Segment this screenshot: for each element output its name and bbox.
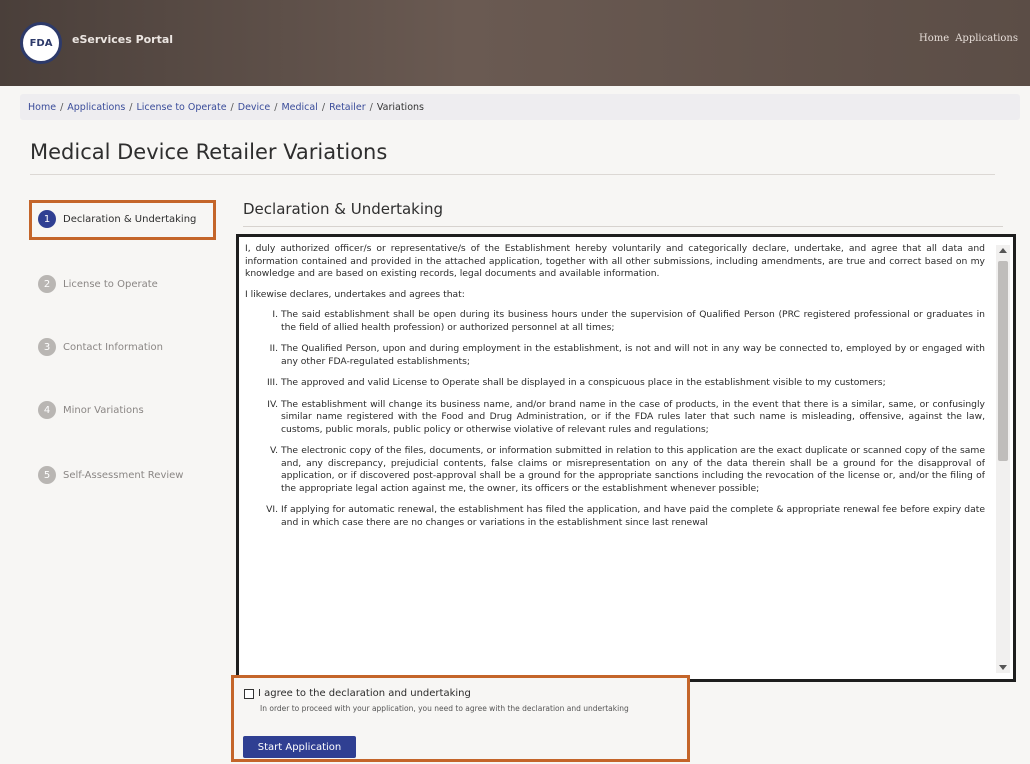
breadcrumb-separator: / [369,101,373,113]
step-minor-variations[interactable]: 4 Minor Variations [38,401,144,419]
step-contact-information[interactable]: 3 Contact Information [38,338,163,356]
breadcrumb-separator: / [129,101,133,113]
step-number: 4 [38,401,56,419]
declaration-scrollbar[interactable] [996,245,1010,673]
item-text: The establishment will change its busine… [281,398,985,435]
item-number: II. [269,343,278,354]
page-title: Medical Device Retailer Variations [30,140,388,164]
logo-text: FDA [29,37,53,49]
declaration-panel: I, duly authorized officer/s or represen… [236,234,1016,682]
breadcrumb-medical[interactable]: Medical [281,102,317,113]
step-number: 5 [38,466,56,484]
item-number: III. [266,377,278,388]
breadcrumb-applications[interactable]: Applications [67,102,125,113]
agree-row: I agree to the declaration and undertaki… [244,688,471,699]
scroll-thumb[interactable] [998,261,1008,461]
section-title: Declaration & Undertaking [243,200,444,218]
title-divider [30,174,995,175]
step-declaration[interactable]: 1 Declaration & Undertaking [38,210,196,228]
item-text: The electronic copy of the files, docume… [281,445,985,494]
agree-checkbox[interactable] [244,688,254,699]
top-nav: Home Applications [919,33,1018,44]
step-label: License to Operate [63,278,158,290]
declaration-item: VI. If applying for automatic renewal, th… [245,504,985,529]
breadcrumb-variations: Variations [376,101,424,113]
breadcrumb-device[interactable]: Device [238,102,271,113]
declaration-item: IV. The establishment will change its bus… [245,399,985,437]
item-number: VI. [266,504,278,515]
breadcrumb-license-to-operate[interactable]: License to Operate [137,102,227,113]
agree-hint: In order to proceed with your applicatio… [260,704,629,713]
step-label: Contact Information [63,341,163,353]
declaration-item: V. The electronic copy of the files, docu… [245,445,985,495]
declaration-item: II. The Qualified Person, upon and during… [245,343,985,368]
item-text: If applying for automatic renewal, the e… [281,504,985,528]
item-number: V. [269,445,278,456]
top-bar: FDA eServices Portal Home Applications [0,0,1030,86]
section-divider [243,226,1003,227]
scroll-down-icon[interactable] [999,665,1007,670]
item-text: The said establishment shall be open dur… [281,309,985,333]
declaration-item: I. The said establishment shall be open d… [245,309,985,334]
start-application-button[interactable]: Start Application [243,736,356,758]
breadcrumb-home[interactable]: Home [28,102,56,113]
scroll-up-icon[interactable] [999,248,1007,253]
declaration-list: I. The said establishment shall be open d… [245,309,985,529]
breadcrumb: Home / Applications / License to Operate… [20,94,1020,120]
fda-logo[interactable]: FDA [20,22,62,64]
breadcrumb-separator: / [321,101,326,113]
step-label: Minor Variations [63,404,144,416]
item-text: The approved and valid License to Operat… [281,377,886,388]
step-license-to-operate[interactable]: 2 License to Operate [38,275,158,293]
breadcrumb-separator: / [60,101,64,113]
portal-title[interactable]: eServices Portal [72,33,173,46]
step-label: Self-Assessment Review [63,469,184,481]
breadcrumb-retailer[interactable]: Retailer [329,102,366,113]
declaration-likewise: I likewise declares, undertakes and agre… [245,288,465,300]
declaration-item: III. The approved and valid License to Op… [245,377,985,390]
step-number: 1 [38,210,56,228]
item-number: I. [272,309,278,320]
declaration-text-area[interactable]: I, duly authorized officer/s or represen… [245,243,985,675]
item-number: IV. [267,398,278,410]
page: FDA eServices Portal Home Applications H… [0,0,1030,764]
breadcrumb-separator: / [230,101,234,113]
nav-applications[interactable]: Applications [955,33,1018,44]
step-number: 3 [38,338,56,356]
declaration-intro: I, duly authorized officer/s or represen… [245,243,985,279]
step-number: 2 [38,275,56,293]
nav-home[interactable]: Home [919,33,949,44]
breadcrumb-separator: / [274,101,278,113]
item-text: The Qualified Person, upon and during em… [281,343,985,367]
step-self-assessment-review[interactable]: 5 Self-Assessment Review [38,466,183,484]
agree-label[interactable]: I agree to the declaration and undertaki… [258,688,471,699]
step-label: Declaration & Undertaking [63,213,197,225]
agree-panel: I agree to the declaration and undertaki… [231,675,690,762]
